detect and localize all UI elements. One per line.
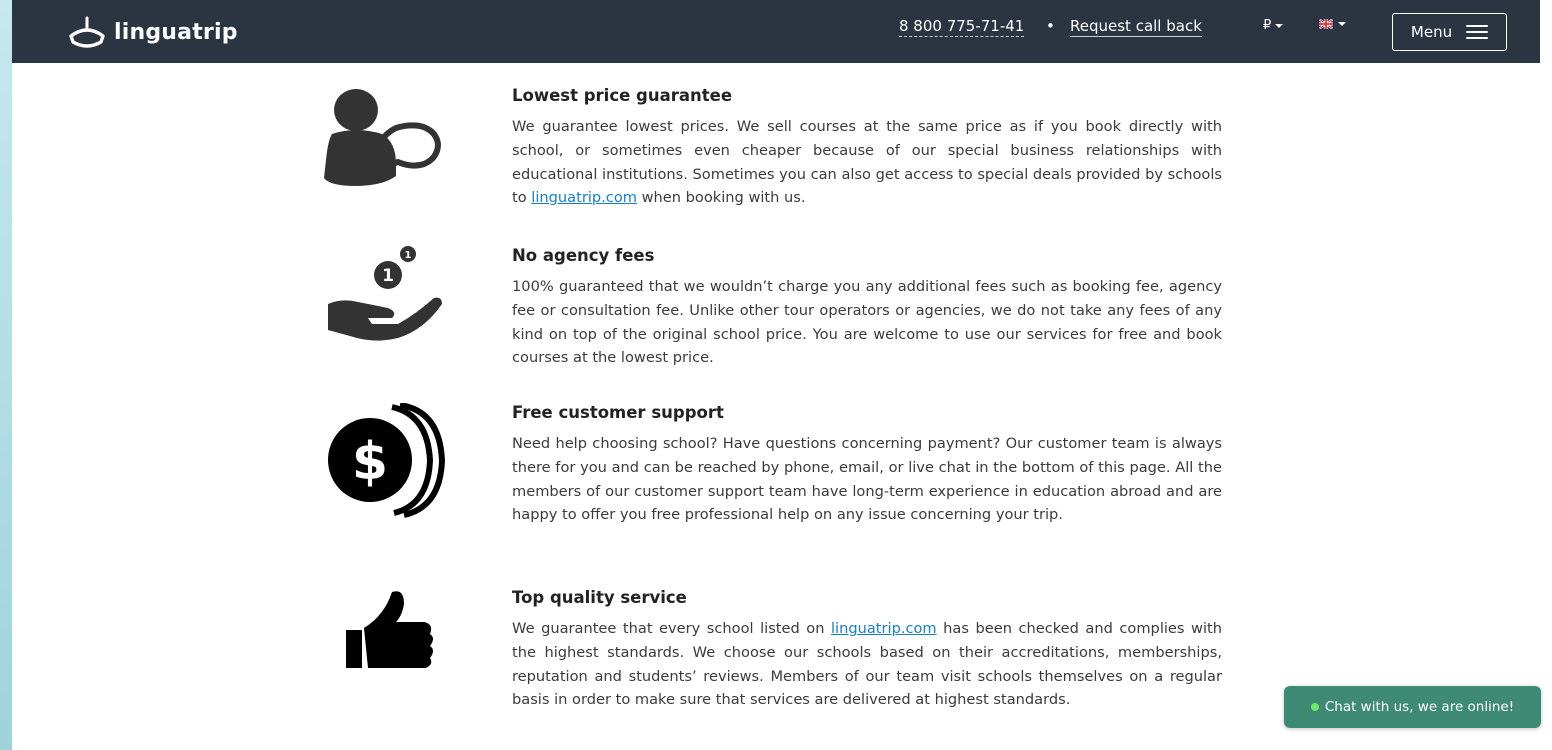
linguatrip-link[interactable]: linguatrip.com: [831, 620, 937, 637]
feature-title: No agency fees: [512, 246, 655, 265]
logo[interactable]: linguatrip: [68, 14, 238, 50]
request-callback-link[interactable]: Request call back: [1070, 17, 1202, 37]
linguatrip-logo-icon: [69, 16, 105, 48]
menu-label: Menu: [1410, 23, 1453, 41]
feature-description: We guarantee lowest prices. We sell cour…: [512, 118, 1223, 207]
menu-button[interactable]: Menu: [1392, 13, 1507, 51]
feature-description: We guarantee that every school listed on…: [512, 620, 1222, 709]
feature-no-agency-fees: 1 1 No agency fees 100% guaranteed that …: [312, 246, 1222, 381]
online-status-icon: [1310, 703, 1319, 711]
svg-text:1: 1: [382, 266, 394, 286]
svg-text:1: 1: [405, 250, 412, 261]
feature-free-support: $ Free customer support Need help choosi…: [312, 403, 1222, 563]
live-chat-button[interactable]: Chat with us, we are online!: [1284, 686, 1541, 728]
chevron-down-icon: [1275, 23, 1284, 28]
feature-lowest-price: Lowest price guarantee We guarantee lowe…: [312, 86, 1222, 221]
language-dropdown[interactable]: [1319, 19, 1346, 29]
feature-top-quality: Top quality service We guarantee that ev…: [312, 588, 1222, 748]
feature-title: Free customer support: [512, 403, 724, 422]
logo-text: linguatrip: [114, 19, 238, 45]
currency-symbol: ₽: [1263, 18, 1272, 33]
feature-description: 100% guaranteed that we wouldn’t charge …: [512, 278, 1222, 367]
chat-label: Chat with us, we are online!: [1324, 699, 1515, 715]
dollar-coin-icon: $: [328, 403, 446, 518]
hamburger-icon: [1466, 25, 1489, 39]
uk-flag-icon: [1319, 19, 1333, 29]
top-navbar: linguatrip 8 800 775-71-41 • Request cal…: [12, 0, 1540, 63]
hand-coins-icon: 1 1: [328, 246, 442, 341]
svg-text:$: $: [352, 432, 388, 492]
thumbs-up-icon: [346, 591, 433, 668]
currency-dropdown[interactable]: ₽: [1263, 18, 1284, 33]
header-separator: •: [1046, 17, 1055, 35]
feature-title: Top quality service: [512, 588, 687, 607]
linguatrip-link[interactable]: linguatrip.com: [531, 189, 637, 206]
person-speech-bubble-icon: [324, 89, 441, 186]
feature-description: Need help choosing school? Have question…: [512, 435, 1222, 524]
left-background-strip: [0, 0, 12, 750]
phone-number-link[interactable]: 8 800 775-71-41: [899, 17, 1025, 37]
feature-title: Lowest price guarantee: [512, 86, 733, 105]
chevron-down-icon: [1338, 22, 1346, 26]
